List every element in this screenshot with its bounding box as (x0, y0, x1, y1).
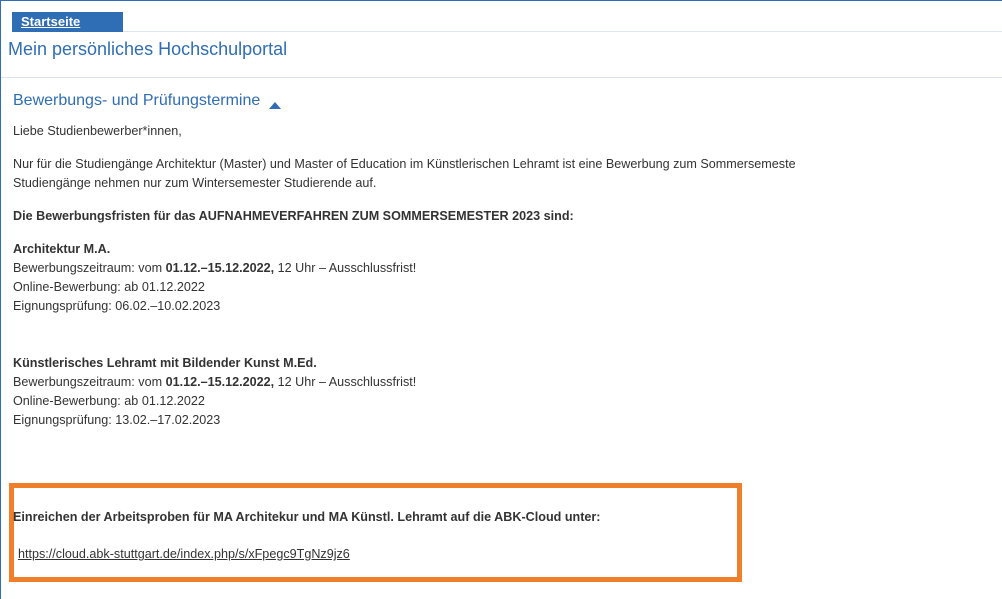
deadlines-heading: Die Bewerbungsfristen für das AUFNAHMEVE… (13, 209, 574, 223)
intro-text-line-2: Studiengänge nehmen nur zum Wintersemest… (13, 176, 377, 190)
program-block: Architektur M.A. Bewerbungszeitraum: vom… (13, 240, 1002, 316)
online-application-date: Online-Bewerbung: ab 01.12.2022 (13, 394, 205, 408)
program-name: Künstlerisches Lehramt mit Bildender Kun… (13, 356, 317, 370)
title-divider (1, 77, 1002, 78)
chevron-up-icon[interactable] (268, 97, 282, 109)
greeting-text: Liebe Studienbewerber*innen, (13, 124, 182, 138)
aptitude-exam-date: Eignungsprüfung: 06.02.–10.02.2023 (13, 299, 221, 313)
breadcrumb-divider (123, 31, 1002, 32)
application-period: Bewerbungszeitraum: vom 01.12.–15.12.202… (13, 375, 417, 389)
section-title: Bewerbungs- und Prüfungstermine (13, 92, 261, 109)
program-block: Künstlerisches Lehramt mit Bildender Kun… (13, 354, 1002, 430)
page-title: Mein persönliches Hochschulportal (8, 39, 288, 59)
application-period: Bewerbungszeitraum: vom 01.12.–15.12.202… (13, 261, 417, 275)
section-header[interactable]: Bewerbungs- und Prüfungstermine (13, 92, 282, 110)
breadcrumb: Startseite (12, 12, 123, 32)
portal-frame: Startseite Mein persönliches Hochschulpo… (0, 0, 1002, 599)
program-name: Architektur M.A. (13, 242, 111, 256)
aptitude-exam-date: Eignungsprüfung: 13.02.–17.02.2023 (13, 413, 221, 427)
section-content: Liebe Studienbewerber*innen, Nur für die… (13, 122, 1002, 430)
intro-text-line-1: Nur für die Studiengänge Architektur (Ma… (13, 157, 796, 171)
submission-heading: Einreichen der Arbeitsproben für MA Arch… (13, 510, 601, 524)
breadcrumb-home-link[interactable]: Startseite (21, 14, 80, 29)
application-period-dates: 01.12.–15.12.2022, (165, 375, 275, 389)
online-application-date: Online-Bewerbung: ab 01.12.2022 (13, 280, 205, 294)
cloud-link[interactable]: https://cloud.abk-stuttgart.de/index.php… (18, 547, 350, 561)
highlight-box (9, 483, 742, 582)
application-period-dates: 01.12.–15.12.2022, (165, 261, 275, 275)
